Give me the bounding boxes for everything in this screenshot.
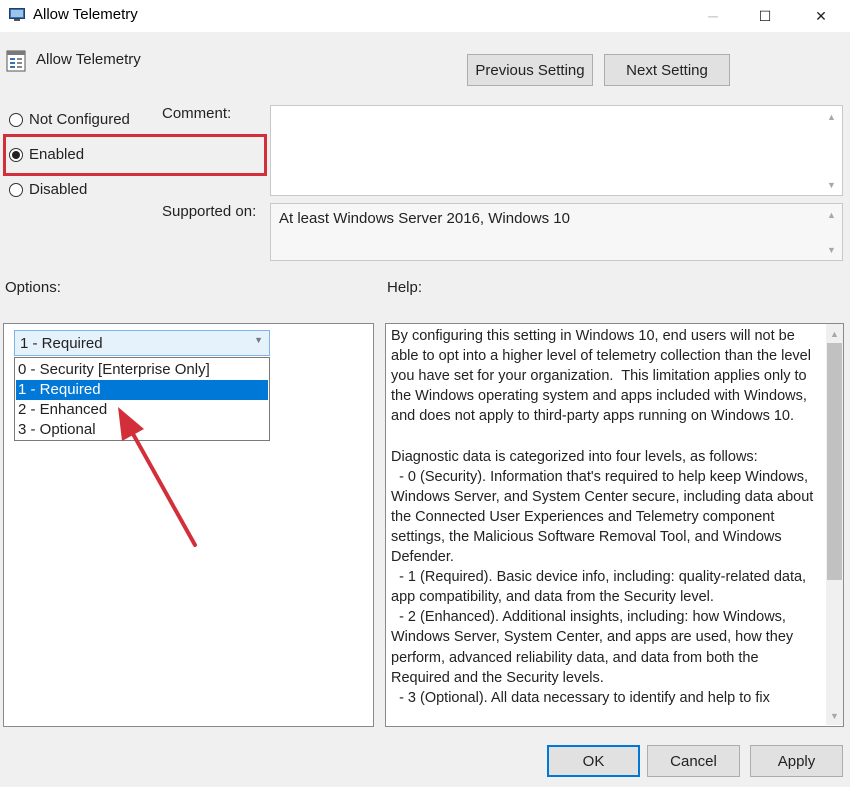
scrollbar-thumb[interactable] xyxy=(827,343,842,580)
scroll-down-icon[interactable]: ▼ xyxy=(823,241,840,258)
scroll-down-icon[interactable]: ▼ xyxy=(823,176,840,193)
radio-not-configured[interactable]: Not Configured xyxy=(9,111,130,128)
scroll-up-icon[interactable]: ▲ xyxy=(826,325,843,342)
apply-button[interactable]: Apply xyxy=(750,745,843,777)
highlight-box xyxy=(3,134,267,176)
policy-icon xyxy=(9,8,25,21)
setting-title: Allow Telemetry xyxy=(36,51,141,68)
minimize-button[interactable]: ─ xyxy=(690,0,736,32)
select-value: 1 - Required xyxy=(20,334,103,352)
scroll-up-icon[interactable]: ▲ xyxy=(823,206,840,223)
cancel-button[interactable]: Cancel xyxy=(647,745,740,777)
scroll-down-icon[interactable]: ▼ xyxy=(826,707,843,724)
scroll-up-icon[interactable]: ▲ xyxy=(823,108,840,125)
supported-field: At least Windows Server 2016, Windows 10… xyxy=(270,203,843,261)
radio-circle xyxy=(9,182,23,197)
previous-setting-button[interactable]: Previous Setting xyxy=(467,54,593,86)
radio-disabled[interactable]: Disabled xyxy=(9,181,87,198)
ok-button[interactable]: OK xyxy=(547,745,640,777)
dropdown-option-security[interactable]: 0 - Security [Enterprise Only] xyxy=(16,360,268,380)
comment-textarea[interactable]: ▲ ▼ xyxy=(270,105,843,196)
supported-label: Supported on: xyxy=(162,203,257,220)
help-text: By configuring this setting in Windows 1… xyxy=(391,328,814,706)
radio-label: Disabled xyxy=(29,181,88,198)
chevron-down-icon: ▼ xyxy=(254,335,263,345)
window-title: Allow Telemetry xyxy=(33,6,138,23)
next-setting-button[interactable]: Next Setting xyxy=(604,54,730,86)
radio-label: Not Configured xyxy=(29,111,130,128)
close-button[interactable]: ✕ xyxy=(798,0,844,32)
options-label: Options: xyxy=(5,279,61,296)
telemetry-level-select[interactable]: 1 - Required ▼ xyxy=(14,330,270,356)
supported-value: At least Windows Server 2016, Windows 10 xyxy=(279,210,570,227)
maximize-button[interactable]: ☐ xyxy=(742,0,788,32)
help-label: Help: xyxy=(387,279,423,296)
setting-icon xyxy=(6,50,26,72)
radio-circle xyxy=(9,112,23,127)
help-content: By configuring this setting in Windows 1… xyxy=(386,324,826,725)
comment-label: Comment: xyxy=(162,105,232,122)
annotation-arrow-icon xyxy=(118,407,197,547)
